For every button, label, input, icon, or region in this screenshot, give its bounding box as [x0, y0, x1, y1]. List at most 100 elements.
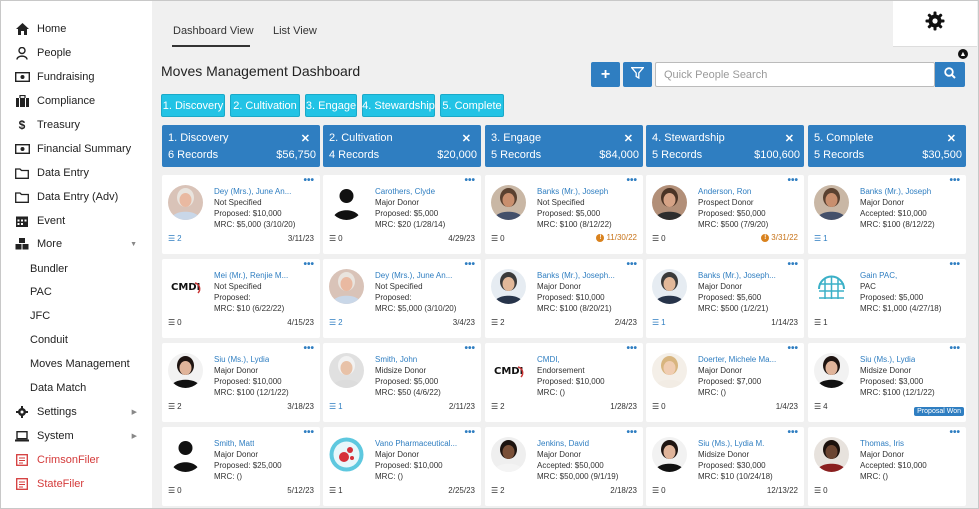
task-count[interactable]: ☰ 0: [652, 402, 666, 411]
sidebar-item-settings[interactable]: Settings ▶: [1, 401, 151, 423]
task-count[interactable]: ☰ 0: [652, 486, 666, 495]
donor-card[interactable]: ••• Vano Pharmaceutical... Major Donor Prop…: [323, 427, 481, 506]
sidebar-item-more[interactable]: More ▼: [1, 233, 151, 255]
more-options-icon[interactable]: •••: [626, 343, 637, 354]
sidebar-item-data-entry-adv[interactable]: Data Entry (Adv): [1, 186, 151, 208]
more-options-icon[interactable]: •••: [949, 427, 960, 438]
sidebar-item-home[interactable]: Home: [1, 18, 151, 40]
more-options-icon[interactable]: •••: [626, 259, 637, 270]
filter-button[interactable]: [623, 62, 652, 87]
donor-card[interactable]: ••• Gain PAC, PAC Proposed: $5,000 MRC: $1,0…: [808, 259, 966, 338]
task-count[interactable]: ☰ 0: [814, 486, 828, 495]
task-count[interactable]: ☰ 1: [814, 234, 828, 243]
more-options-icon[interactable]: •••: [787, 427, 798, 438]
close-icon[interactable]: ✕: [462, 132, 471, 145]
task-count[interactable]: ☰ 2: [168, 234, 182, 243]
stage-chip-cultivation[interactable]: 2. Cultivation: [230, 94, 300, 117]
donor-card[interactable]: ••• Siu (Ms.), Lydia M. Midsize Donor Propo…: [646, 427, 804, 506]
donor-card[interactable]: ••• Dey (Mrs.), June An... Not Specified Pr…: [162, 175, 320, 254]
sidebar-item-bundler[interactable]: Bundler: [1, 258, 151, 280]
donor-card[interactable]: ••• Siu (Ms.), Lydia Major Donor Proposed: …: [162, 343, 320, 422]
task-count[interactable]: ☰ 0: [329, 234, 343, 243]
sidebar-item-financial-summary[interactable]: Financial Summary: [1, 138, 151, 160]
tab-list-view[interactable]: List View: [273, 25, 317, 37]
donor-card[interactable]: ••• Banks (Mr.), Joseph... Major Donor Prop…: [646, 259, 804, 338]
sidebar-item-people[interactable]: People: [1, 42, 151, 64]
sidebar-item-compliance[interactable]: Compliance: [1, 90, 151, 112]
task-count[interactable]: ☰ 1: [814, 318, 828, 327]
task-count[interactable]: ☰ 2: [168, 402, 182, 411]
donor-name-link[interactable]: Vano Pharmaceutical...: [375, 439, 457, 448]
more-options-icon[interactable]: •••: [949, 175, 960, 186]
donor-name-link[interactable]: Banks (Mr.), Joseph...: [537, 271, 615, 280]
more-options-icon[interactable]: •••: [303, 175, 314, 186]
sidebar-item-treasury[interactable]: $ Treasury: [1, 114, 151, 136]
task-count[interactable]: ☰ 4: [814, 402, 828, 411]
stage-chip-stewardship[interactable]: 4. Stewardship: [362, 94, 435, 117]
collapse-up-icon[interactable]: ▲: [958, 49, 968, 59]
more-options-icon[interactable]: •••: [303, 343, 314, 354]
more-options-icon[interactable]: •••: [626, 427, 637, 438]
task-count[interactable]: ☰ 2: [491, 318, 505, 327]
more-options-icon[interactable]: •••: [787, 175, 798, 186]
donor-name-link[interactable]: Mei (Mr.), Renjie M...: [214, 271, 288, 280]
stage-chip-complete[interactable]: 5. Complete: [440, 94, 504, 117]
donor-card[interactable]: ••• Banks (Mr.), Joseph Not Specified Propo…: [485, 175, 643, 254]
sidebar-item-fundraising[interactable]: Fundraising: [1, 66, 151, 88]
sidebar-item-conduit[interactable]: Conduit: [1, 329, 151, 351]
sidebar-item-moves-management[interactable]: Moves Management: [1, 353, 151, 375]
more-options-icon[interactable]: •••: [787, 259, 798, 270]
donor-name-link[interactable]: Banks (Mr.), Joseph: [537, 187, 608, 196]
close-icon[interactable]: ✕: [785, 132, 794, 145]
donor-name-link[interactable]: Siu (Ms.), Lydia: [860, 355, 915, 364]
donor-name-link[interactable]: Jenkins, David: [537, 439, 589, 448]
donor-card[interactable]: ••• Banks (Mr.), Joseph... Major Donor Prop…: [485, 259, 643, 338]
donor-name-link[interactable]: Anderson, Ron: [698, 187, 751, 196]
donor-name-link[interactable]: Carothers, Clyde: [375, 187, 435, 196]
tab-dashboard-view[interactable]: Dashboard View: [173, 25, 254, 37]
close-icon[interactable]: ✕: [624, 132, 633, 145]
donor-card[interactable]: ••• Dey (Mrs.), June An... Not Specified Pr…: [323, 259, 481, 338]
donor-name-link[interactable]: CMDI,: [537, 355, 560, 364]
sidebar-item-data-entry[interactable]: Data Entry: [1, 162, 151, 184]
task-count[interactable]: ☰ 2: [491, 486, 505, 495]
donor-name-link[interactable]: Siu (Ms.), Lydia: [214, 355, 269, 364]
more-options-icon[interactable]: •••: [303, 259, 314, 270]
donor-card[interactable]: ••• Doerter, Michele Ma... Major Donor Prop…: [646, 343, 804, 422]
donor-card[interactable]: ••• Jenkins, David Major Donor Accepted: $5…: [485, 427, 643, 506]
task-count[interactable]: ☰ 0: [168, 318, 182, 327]
more-options-icon[interactable]: •••: [626, 175, 637, 186]
more-options-icon[interactable]: •••: [464, 259, 475, 270]
donor-card[interactable]: ••• Thomas, Iris Major Donor Accepted: $10,…: [808, 427, 966, 506]
add-button[interactable]: +: [591, 62, 620, 87]
stage-chip-discovery[interactable]: 1. Discovery: [161, 94, 225, 117]
donor-name-link[interactable]: Banks (Mr.), Joseph...: [698, 271, 776, 280]
more-options-icon[interactable]: •••: [303, 427, 314, 438]
task-count[interactable]: ☰ 1: [329, 402, 343, 411]
stage-chip-engage[interactable]: 3. Engage: [305, 94, 357, 117]
donor-card[interactable]: ••• CMDI CMDI, Endorsement Proposed: $10,000…: [485, 343, 643, 422]
more-options-icon[interactable]: •••: [464, 427, 475, 438]
more-options-icon[interactable]: •••: [464, 343, 475, 354]
more-options-icon[interactable]: •••: [787, 343, 798, 354]
donor-card[interactable]: ••• Siu (Ms.), Lydia Midsize Donor Proposed…: [808, 343, 966, 422]
donor-name-link[interactable]: Dey (Mrs.), June An...: [214, 187, 291, 196]
sidebar-item-data-match[interactable]: Data Match: [1, 377, 151, 399]
close-icon[interactable]: ✕: [301, 132, 310, 145]
donor-card[interactable]: ••• Carothers, Clyde Major Donor Proposed: …: [323, 175, 481, 254]
donor-name-link[interactable]: Banks (Mr.), Joseph: [860, 187, 931, 196]
sidebar-item-pac[interactable]: PAC: [1, 281, 151, 303]
donor-name-link[interactable]: Smith, Matt: [214, 439, 254, 448]
sidebar-item-crimsonfiler[interactable]: CrimsonFiler: [1, 449, 151, 471]
task-count[interactable]: ☰ 1: [329, 486, 343, 495]
more-options-icon[interactable]: •••: [464, 175, 475, 186]
task-count[interactable]: ☰ 0: [652, 234, 666, 243]
task-count[interactable]: ☰ 1: [652, 318, 666, 327]
donor-card[interactable]: ••• Banks (Mr.), Joseph Major Donor Accepte…: [808, 175, 966, 254]
sidebar-item-event[interactable]: Event: [1, 210, 151, 232]
search-button[interactable]: [935, 62, 965, 87]
donor-name-link[interactable]: Siu (Ms.), Lydia M.: [698, 439, 764, 448]
donor-card[interactable]: ••• Smith, John Midsize Donor Proposed: $5,…: [323, 343, 481, 422]
task-count[interactable]: ☰ 2: [329, 318, 343, 327]
sidebar-item-system[interactable]: System ▶: [1, 425, 151, 447]
